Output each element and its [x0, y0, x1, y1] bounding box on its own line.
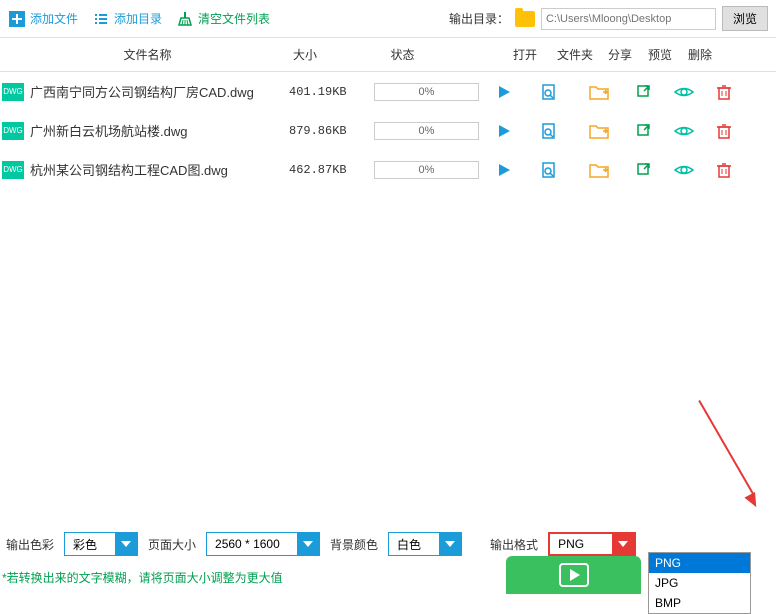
hint-text: *若转换出来的文字模糊，请将页面大小调整为更大值: [2, 569, 283, 586]
dropdown-option-png[interactable]: PNG: [649, 553, 750, 573]
header-delete: 删除: [680, 46, 720, 63]
delete-button[interactable]: [704, 123, 744, 139]
chevron-down-icon: [297, 533, 319, 555]
broom-icon: [176, 10, 194, 28]
convert-button[interactable]: [506, 556, 641, 594]
share-button[interactable]: [624, 123, 664, 139]
format-dropdown: PNG JPG BMP: [648, 552, 751, 614]
page-label: 页面大小: [148, 536, 196, 553]
folder-icon[interactable]: [515, 11, 535, 27]
open-file-button[interactable]: [524, 161, 574, 179]
dwg-badge: DWG: [2, 122, 24, 140]
open-folder-button[interactable]: [574, 123, 624, 139]
add-folder-label: 添加目录: [114, 10, 162, 27]
preview-button[interactable]: [664, 85, 704, 99]
open-file-button[interactable]: [524, 122, 574, 140]
delete-button[interactable]: [704, 162, 744, 178]
play-button[interactable]: [484, 124, 524, 138]
dwg-badge: DWG: [2, 161, 24, 179]
color-label: 输出色彩: [6, 536, 54, 553]
open-folder-button[interactable]: [574, 84, 624, 100]
header-size: 大小: [265, 46, 345, 63]
progress-bar: 0%: [374, 161, 479, 179]
file-size: 879.86KB: [289, 124, 369, 138]
progress-bar: 0%: [374, 122, 479, 140]
file-row: DWG 广州新白云机场航站楼.dwg 879.86KB 0%: [0, 111, 776, 150]
dropdown-option-bmp[interactable]: BMP: [649, 593, 750, 613]
list-icon: [92, 10, 110, 28]
color-combo[interactable]: 彩色: [64, 532, 138, 556]
annotation-arrow: [698, 400, 755, 496]
chevron-down-icon: [439, 533, 461, 555]
preview-button[interactable]: [664, 163, 704, 177]
header-open: 打开: [500, 46, 550, 63]
add-file-label: 添加文件: [30, 10, 78, 27]
header-name: 文件名称: [0, 46, 265, 63]
open-folder-button[interactable]: [574, 162, 624, 178]
header-share: 分享: [600, 46, 640, 63]
add-file-button[interactable]: 添加文件: [8, 10, 78, 28]
dropdown-option-jpg[interactable]: JPG: [649, 573, 750, 593]
header-status: 状态: [345, 46, 460, 63]
chevron-down-icon: [612, 534, 634, 554]
file-row: DWG 广西南宁同方公司钢结构厂房CAD.dwg 401.19KB 0%: [0, 72, 776, 111]
clear-list-label: 清空文件列表: [198, 10, 270, 27]
add-folder-button[interactable]: 添加目录: [92, 10, 162, 28]
delete-button[interactable]: [704, 84, 744, 100]
preview-button[interactable]: [664, 124, 704, 138]
bg-label: 背景颜色: [330, 536, 378, 553]
share-button[interactable]: [624, 84, 664, 100]
chevron-down-icon: [115, 533, 137, 555]
bg-color-combo[interactable]: 白色: [388, 532, 462, 556]
file-size: 401.19KB: [289, 85, 369, 99]
top-toolbar: 添加文件 添加目录 清空文件列表 输出目录： 浏览: [0, 0, 776, 38]
progress-bar: 0%: [374, 83, 479, 101]
header-folder: 文件夹: [550, 46, 600, 63]
file-name: 杭州某公司钢结构工程CAD图.dwg: [24, 160, 289, 179]
header-preview: 预览: [640, 46, 680, 63]
file-size: 462.87KB: [289, 163, 369, 177]
output-dir-label: 输出目录：: [449, 10, 509, 27]
table-header: 文件名称 大小 状态 打开 文件夹 分享 预览 删除: [0, 38, 776, 72]
file-list: DWG 广西南宁同方公司钢结构厂房CAD.dwg 401.19KB 0% DWG…: [0, 72, 776, 189]
format-combo[interactable]: PNG: [548, 532, 636, 556]
clear-list-button[interactable]: 清空文件列表: [176, 10, 270, 28]
browse-button[interactable]: 浏览: [722, 6, 768, 31]
page-size-combo[interactable]: 2560 * 1600: [206, 532, 320, 556]
open-file-button[interactable]: [524, 83, 574, 101]
file-row: DWG 杭州某公司钢结构工程CAD图.dwg 462.87KB 0%: [0, 150, 776, 189]
format-label: 输出格式: [490, 536, 538, 553]
file-name: 广西南宁同方公司钢结构厂房CAD.dwg: [24, 82, 289, 101]
dwg-badge: DWG: [2, 83, 24, 101]
plus-icon: [8, 10, 26, 28]
output-path-input[interactable]: [541, 8, 716, 30]
play-button[interactable]: [484, 163, 524, 177]
annotation-arrow-head: [744, 492, 761, 510]
play-button[interactable]: [484, 85, 524, 99]
share-button[interactable]: [624, 162, 664, 178]
file-name: 广州新白云机场航站楼.dwg: [24, 121, 289, 140]
